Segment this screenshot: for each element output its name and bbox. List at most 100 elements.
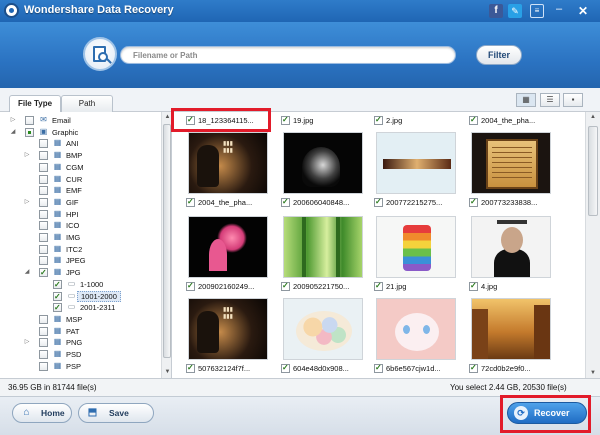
- twitter-icon[interactable]: ✎: [508, 4, 522, 18]
- tree-item[interactable]: ▦ PSP: [0, 361, 160, 372]
- tree-checkbox[interactable]: [39, 139, 48, 149]
- tree-scrollbar[interactable]: ▲ ▼: [161, 112, 171, 378]
- tree-checkbox[interactable]: [39, 350, 48, 359]
- thumbnail-image[interactable]: [283, 132, 363, 194]
- thumbnail-image[interactable]: [283, 216, 363, 278]
- expand-arrow-icon[interactable]: ▷: [23, 337, 31, 348]
- thumbnail-image[interactable]: ▮▮▮ ▮▮▮: [188, 298, 268, 360]
- tree-checkbox[interactable]: [39, 361, 48, 371]
- thumbnail-image[interactable]: [283, 298, 363, 360]
- thumbnail-label[interactable]: 4.jpg: [469, 281, 559, 293]
- tree-item[interactable]: ▷ ▦ BMP: [0, 150, 160, 161]
- tree-checkbox[interactable]: [39, 256, 48, 266]
- tree-checkbox[interactable]: [25, 116, 34, 125]
- grid-view-icon[interactable]: ▦: [516, 93, 536, 107]
- thumbnail-label[interactable]: 21.jpg: [374, 281, 464, 293]
- thumbnail-checkbox[interactable]: [374, 115, 383, 126]
- thumbnail-image[interactable]: ▮▮▮ ▮▮▮: [188, 132, 268, 194]
- thumbnail-label[interactable]: 2004_the_pha...: [469, 115, 559, 127]
- thumbnail-image[interactable]: [471, 298, 551, 360]
- thumbnail-label[interactable]: 19.jpg: [281, 115, 371, 127]
- tree-item[interactable]: ▦ HPI: [0, 209, 160, 220]
- thumbnail-label[interactable]: 2004_the_pha...: [186, 197, 276, 209]
- tree-checkbox[interactable]: [53, 302, 62, 313]
- tree-item[interactable]: ▦ CUR: [0, 174, 160, 185]
- tree-checkbox[interactable]: [39, 197, 48, 207]
- tree-checkbox[interactable]: [39, 209, 48, 219]
- thumbnail-label[interactable]: 6b6e567cjw1d...: [374, 363, 464, 375]
- tree-checkbox[interactable]: [53, 279, 62, 290]
- thumbnail-image[interactable]: [188, 216, 268, 278]
- expand-arrow-icon[interactable]: ▷: [23, 150, 31, 161]
- tree-checkbox[interactable]: [39, 162, 48, 172]
- thumbnail-image[interactable]: [376, 216, 456, 278]
- tree-item[interactable]: ▦ EMF: [0, 185, 160, 196]
- tree-item[interactable]: ▦ ANI: [0, 138, 160, 149]
- thumbnail-checkbox[interactable]: [186, 363, 195, 374]
- tree-item[interactable]: ▦ ITC2: [0, 244, 160, 255]
- thumbnail-checkbox[interactable]: [469, 115, 478, 126]
- tree-item[interactable]: ▷ ▦ PNG: [0, 337, 160, 348]
- scroll-thumb[interactable]: [588, 126, 598, 216]
- tree-checkbox[interactable]: [39, 221, 48, 231]
- search-box[interactable]: [120, 46, 456, 64]
- thumbnail-checkbox[interactable]: [469, 281, 478, 292]
- thumbnail-checkbox[interactable]: [281, 197, 290, 208]
- tree-checkbox[interactable]: [39, 151, 48, 161]
- close-icon[interactable]: ✕: [576, 4, 590, 18]
- menu-icon[interactable]: ≡: [530, 4, 544, 18]
- expand-arrow-icon[interactable]: ▷: [23, 197, 31, 208]
- tree-item[interactable]: ▦ JPEG: [0, 255, 160, 266]
- list-view-icon[interactable]: ☰: [540, 93, 560, 107]
- thumbnail-checkbox[interactable]: [281, 281, 290, 292]
- thumbnail-label[interactable]: 200772215275...: [374, 197, 464, 209]
- tree-item[interactable]: ▦ PSD: [0, 349, 160, 360]
- tree-item[interactable]: ▦ MSP: [0, 314, 160, 325]
- tab-path[interactable]: Path: [61, 95, 113, 112]
- facebook-icon[interactable]: f: [489, 4, 503, 18]
- tree-checkbox[interactable]: [39, 233, 48, 242]
- thumbnail-label[interactable]: 200902160249...: [186, 281, 276, 293]
- tree-checkbox[interactable]: [39, 326, 48, 336]
- home-button[interactable]: ⌂ Home: [12, 403, 72, 423]
- scroll-down-icon[interactable]: ▼: [588, 370, 598, 376]
- expand-arrow-icon[interactable]: ▷: [9, 115, 17, 126]
- scroll-down-icon[interactable]: ▼: [163, 368, 171, 377]
- thumbnail-checkbox[interactable]: [374, 363, 383, 374]
- tree-item[interactable]: ▦ IMG: [0, 232, 160, 243]
- thumbnail-label[interactable]: 2.jpg: [374, 115, 464, 127]
- tree-item[interactable]: ▦ PAT: [0, 326, 160, 337]
- tree-checkbox[interactable]: [53, 291, 62, 302]
- tree-checkbox[interactable]: [39, 174, 48, 184]
- thumbnail-label[interactable]: 200905221750...: [281, 281, 371, 293]
- tab-file-type[interactable]: File Type: [9, 95, 61, 113]
- search-input[interactable]: [133, 49, 433, 61]
- thumbnail-label[interactable]: 200606040848...: [281, 197, 371, 209]
- tree-checkbox[interactable]: [25, 127, 34, 137]
- scroll-thumb[interactable]: [163, 124, 171, 358]
- filter-button[interactable]: Filter: [476, 45, 522, 65]
- thumbnail-checkbox[interactable]: [469, 197, 478, 208]
- thumbnail-label[interactable]: 200773233838...: [469, 197, 559, 209]
- expand-arrow-icon[interactable]: ◢: [23, 267, 31, 278]
- grid-scrollbar[interactable]: ▲ ▼: [585, 112, 600, 378]
- thumbnail-checkbox[interactable]: [186, 281, 195, 292]
- thumbnail-image[interactable]: [376, 132, 456, 194]
- tree-item[interactable]: ▷ ✉ Email: [0, 115, 160, 126]
- tree-item[interactable]: ▭ 2001-2311: [0, 302, 160, 313]
- expand-arrow-icon[interactable]: ◢: [9, 127, 17, 138]
- tree-checkbox[interactable]: [39, 244, 48, 254]
- save-button[interactable]: ⬒ Save: [78, 403, 154, 423]
- detail-view-icon[interactable]: ▪: [563, 93, 583, 107]
- tree-item[interactable]: ▭ 1-1000: [0, 279, 160, 290]
- thumbnail-image[interactable]: [471, 132, 551, 194]
- thumbnail-checkbox[interactable]: [281, 115, 290, 126]
- thumbnail-image[interactable]: [471, 216, 551, 278]
- tree-item[interactable]: ▷ ▦ GIF: [0, 197, 160, 208]
- thumbnail-checkbox[interactable]: [374, 197, 383, 208]
- tree-checkbox[interactable]: [39, 186, 48, 196]
- tree-item[interactable]: ▭1001-2000: [0, 290, 160, 302]
- tree-item[interactable]: ◢ ▣ Graphic: [0, 127, 160, 138]
- tree-item[interactable]: ▦ CGM: [0, 162, 160, 173]
- thumbnail-label[interactable]: 507632124f7f...: [186, 363, 276, 375]
